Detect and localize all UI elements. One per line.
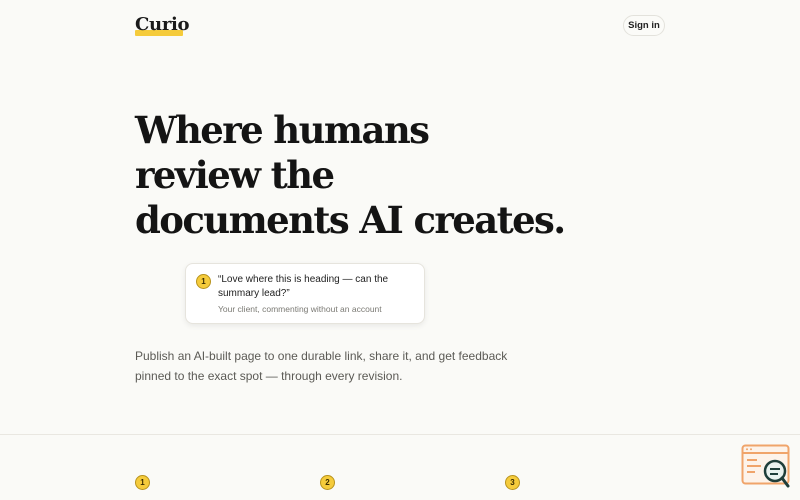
step-badge-1: 1 — [135, 475, 150, 490]
comment-quote: “Love where this is heading — can the su… — [218, 274, 389, 299]
hero-line-2-rest: the — [259, 153, 335, 197]
highlighted-word: review — [135, 153, 261, 197]
hero-line-3: documents AI creates. — [135, 198, 566, 242]
section-divider — [0, 434, 800, 435]
hero-line-2: review the — [135, 153, 335, 197]
landing-page: Curio Sign in Where humans review the do… — [0, 0, 800, 500]
sign-in-button[interactable]: Sign in — [623, 15, 665, 36]
review-search-icon[interactable] — [741, 444, 791, 490]
hero-description: Publish an AI-built page to one durable … — [135, 349, 508, 383]
comment-card: 1 “Love where this is heading — can the … — [185, 263, 425, 324]
comment-author: Your client, commenting without an accou… — [218, 304, 382, 314]
step-badge-3: 3 — [505, 475, 520, 490]
logo[interactable]: Curio — [135, 14, 190, 36]
review-search-icon-graphic — [741, 444, 790, 488]
step-badge-2: 2 — [320, 475, 335, 490]
highlighted-word-text: review — [135, 153, 261, 197]
hero-line-1: Where humans — [135, 108, 430, 152]
comment-pin: 1 — [196, 274, 211, 289]
